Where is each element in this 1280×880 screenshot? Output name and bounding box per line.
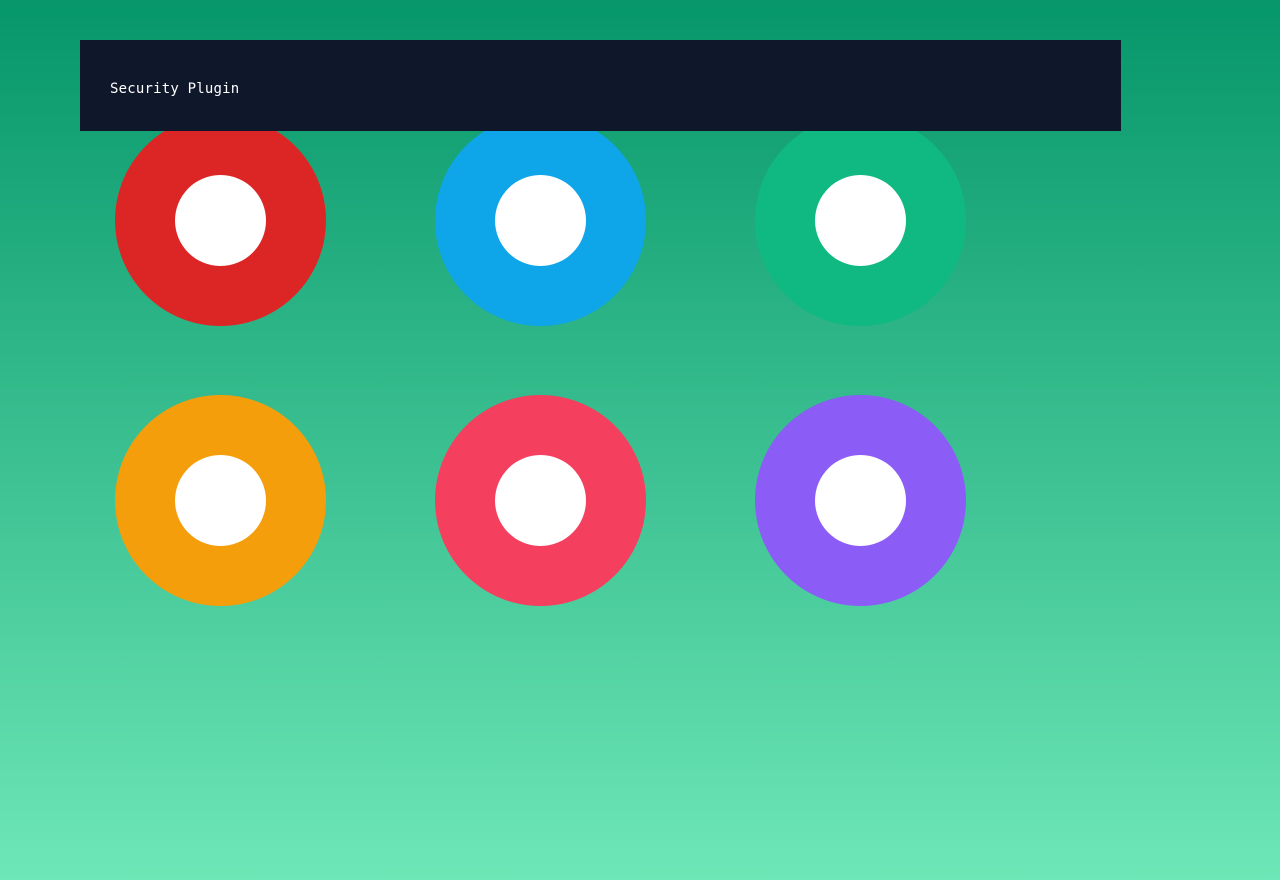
tile-center-dot	[175, 455, 266, 546]
tile-center-dot	[815, 175, 906, 266]
pattern-tile-4[interactable]	[115, 395, 326, 606]
pattern-tile-6[interactable]	[755, 395, 966, 606]
pattern-tile-5[interactable]	[435, 395, 646, 606]
app-header: Security Plugin	[80, 40, 1121, 131]
pattern-tile-2[interactable]	[435, 115, 646, 326]
pattern-tile-1[interactable]	[115, 115, 326, 326]
tile-grid	[0, 0, 1280, 880]
header-title: Security Plugin	[110, 81, 240, 97]
tile-center-dot	[175, 175, 266, 266]
tile-center-dot	[495, 175, 586, 266]
pattern-tile-3[interactable]	[755, 115, 966, 326]
tile-center-dot	[815, 455, 906, 546]
tile-center-dot	[495, 455, 586, 546]
